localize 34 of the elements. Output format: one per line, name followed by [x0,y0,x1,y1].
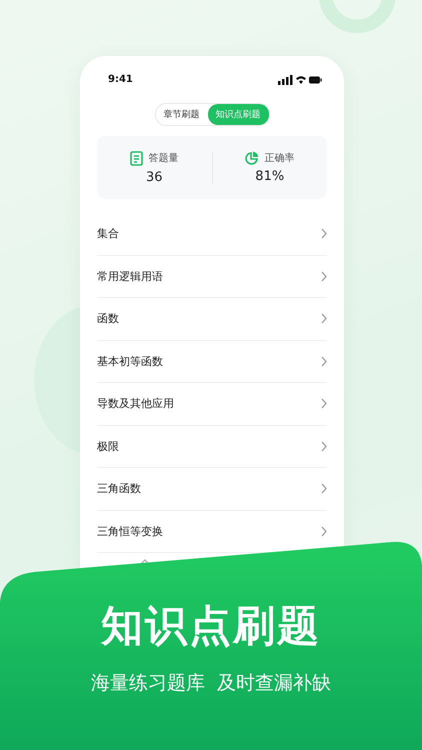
chevron-right-icon [321,228,327,240]
chevron-right-icon [321,483,327,494]
topic-row[interactable]: 常用逻辑用语 [97,256,327,298]
chevron-right-icon [321,270,327,282]
tab[interactable]: 章节刷题 [156,104,208,125]
topic-row[interactable]: 集合 [97,213,327,256]
topic-title: 基本初等函数 [97,354,163,369]
topic-title: 极限 [97,438,119,454]
stat-label: 正确率 [264,152,294,165]
topic-row[interactable]: 三角函数 [97,468,327,510]
stat-value: 36 [146,170,163,184]
topic-title: 函数 [97,311,119,326]
topic-row[interactable]: 函数 [97,298,327,340]
chevron-right-icon [321,440,327,452]
topic-title: 常用逻辑用语 [97,268,163,284]
topic-title: 三角恒等变换 [97,524,163,539]
chevron-right-icon [321,398,327,410]
topic-row[interactable]: 极限 [97,426,327,468]
chevron-right-icon [321,356,327,367]
chevron-right-icon [321,526,327,537]
document-icon [130,150,144,166]
stat-value: 81% [255,169,284,184]
topic-title: 集合 [97,226,119,242]
topic-row[interactable]: 基本初等函数 [97,340,327,383]
status-icons [278,74,322,84]
topic-row[interactable]: 导数及其他应用 [97,383,327,426]
status-time: 9:41 [108,74,133,85]
topic-title: 导数及其他应用 [97,396,174,412]
banner-title: 知识点刷题 [101,600,321,652]
pie-chart-icon [245,151,260,165]
chevron-right-icon [321,313,327,324]
banner-subtitle: 海量练习题库 及时查漏补缺 [90,671,332,696]
topic-title: 三角函数 [97,481,141,496]
stat-label: 答题量 [148,152,178,165]
